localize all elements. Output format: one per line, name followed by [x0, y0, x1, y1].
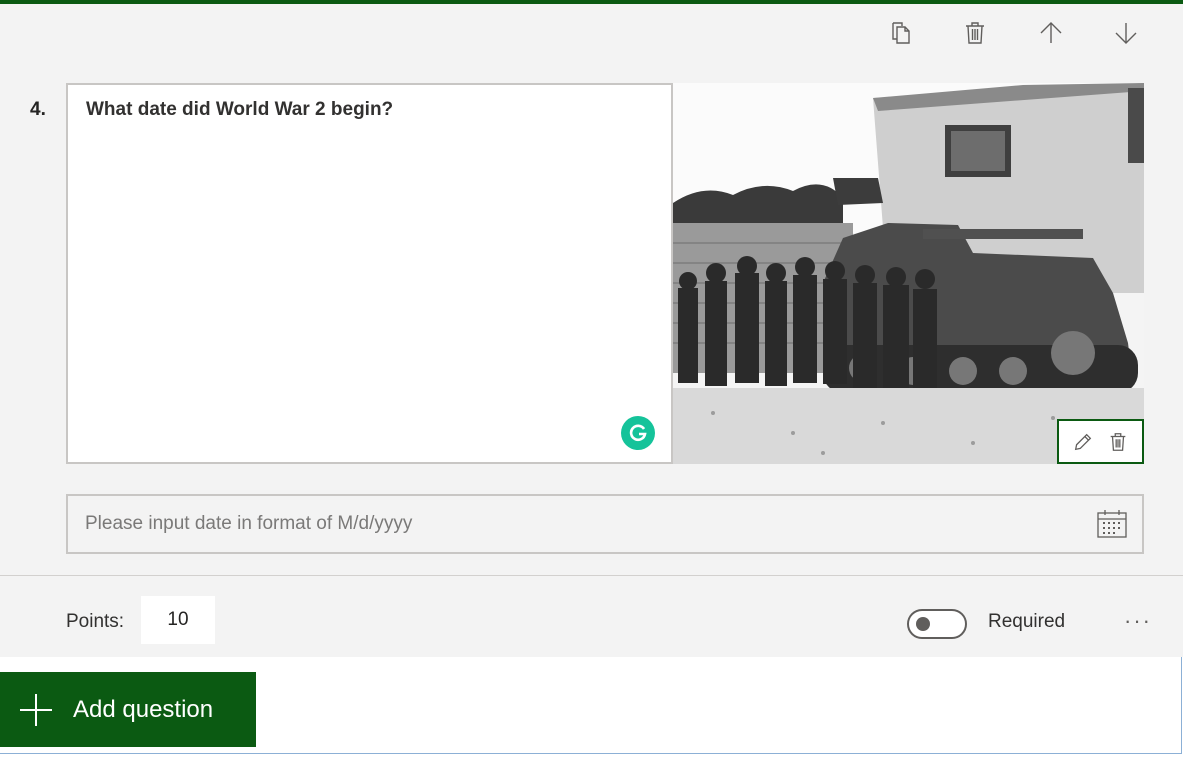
delete-question-button[interactable] [958, 16, 992, 50]
plus-icon [20, 693, 52, 726]
card-accent-bar [0, 0, 1183, 4]
date-answer-field[interactable] [66, 494, 1144, 554]
question-number: 4. [30, 99, 46, 120]
trash-icon [1110, 432, 1126, 451]
panel-right-border [1181, 657, 1182, 754]
required-toggle[interactable] [907, 609, 967, 639]
required-label: Required [988, 611, 1066, 632]
delete-image-button[interactable] [1104, 428, 1132, 456]
copy-icon [892, 22, 910, 44]
question-text-editor[interactable]: What date did World War 2 begin? [66, 83, 673, 464]
panel-bottom-border [0, 753, 1182, 754]
move-down-button[interactable] [1109, 16, 1143, 50]
points-input[interactable] [141, 596, 215, 644]
toggle-knob [916, 617, 930, 631]
grammarly-icon[interactable] [621, 416, 655, 450]
question-card: 4. What date did World War 2 begin? Plea… [0, 0, 1183, 657]
move-up-button[interactable] [1034, 16, 1068, 50]
more-options-button[interactable]: ··· [1118, 604, 1158, 638]
points-label: Points: [66, 611, 125, 632]
arrow-up-icon [1040, 22, 1062, 43]
add-question-label: Add question [73, 695, 214, 723]
calendar-icon[interactable] [1096, 509, 1128, 539]
arrow-down-icon [1115, 23, 1137, 44]
trash-icon [966, 22, 984, 44]
card-divider [0, 575, 1183, 576]
image-actions [1057, 419, 1144, 464]
pencil-icon [1074, 433, 1091, 450]
date-input[interactable] [68, 496, 1068, 552]
add-question-button[interactable]: Add question [0, 672, 256, 747]
question-image [673, 83, 1144, 464]
copy-question-button[interactable] [884, 16, 918, 50]
edit-image-button[interactable] [1069, 428, 1097, 456]
question-text[interactable]: What date did World War 2 begin? [86, 99, 393, 121]
